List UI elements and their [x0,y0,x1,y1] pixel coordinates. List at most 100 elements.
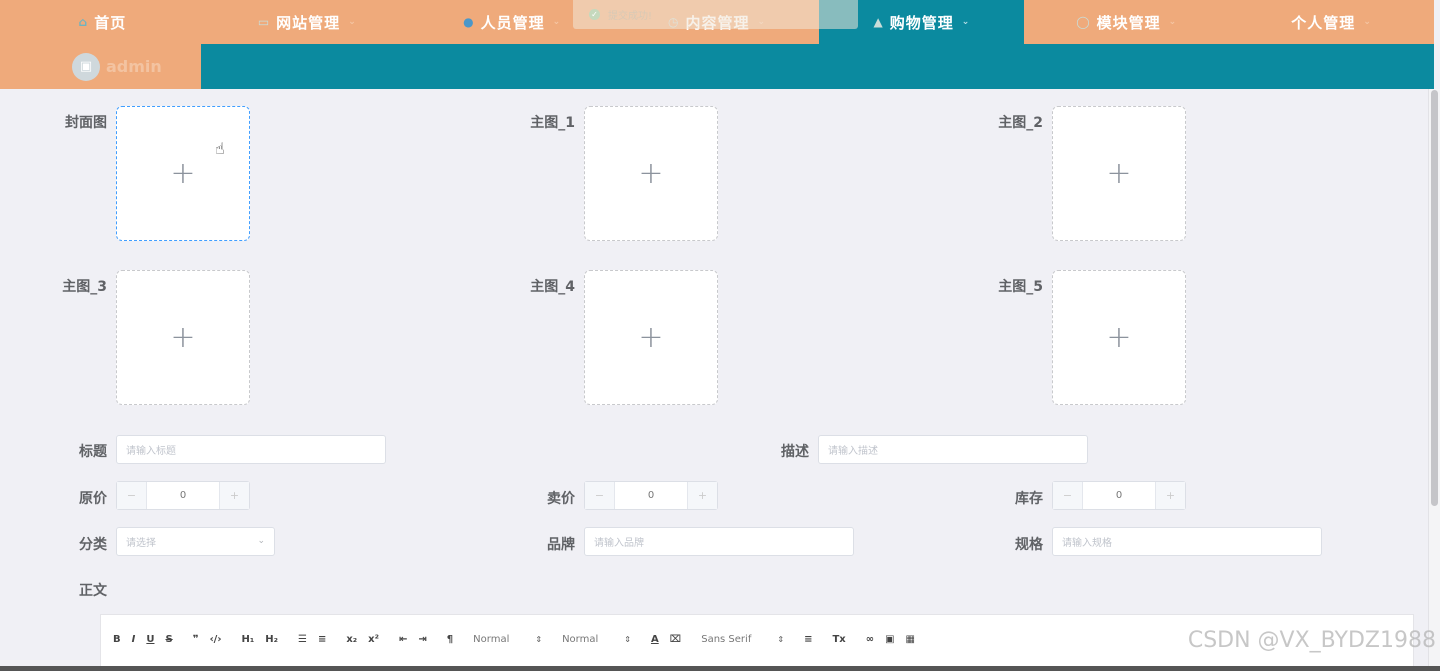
bottom-strip [0,666,1440,671]
font-picker[interactable]: Sans Serif ⇕ [701,634,784,645]
plus-icon: + [1106,156,1132,191]
username[interactable]: admin [106,57,162,76]
category-select[interactable]: 请选择 ⌄ [116,527,275,556]
indent-icon[interactable]: ⇥ [418,634,426,645]
cover-image-label: 封面图 [65,115,107,131]
main-image-4-label: 主图_4 [530,279,575,295]
increase-button[interactable]: + [1155,482,1185,509]
main-image-5-upload[interactable]: + [1052,270,1186,405]
nav-item-home[interactable]: ⌂ 首页 [0,0,205,44]
avatar[interactable]: ▣ [72,52,100,81]
page-scrollbar[interactable] [1428,89,1440,667]
updown-icon: ⇕ [777,634,785,644]
main-image-5-label: 主图_5 [998,279,1043,295]
chevron-down-icon: ⌄ [1363,17,1372,27]
stepper-value[interactable]: 0 [1083,482,1155,509]
stepper-value[interactable]: 0 [615,482,687,509]
nav-item-label: 个人管理 [1291,13,1356,32]
success-toast: ✓ 提交成功! [573,0,858,29]
check-circle-icon: ✓ [589,9,600,20]
main-image-3-upload[interactable]: + [116,270,250,405]
nav-item-label: 首页 [94,13,127,32]
main-image-2-label: 主图_2 [998,115,1043,131]
chevron-down-icon: ⌄ [348,17,357,27]
header-picker[interactable]: Normal ⇕ [562,634,631,645]
video-icon[interactable]: ▦ [906,634,915,645]
size-picker[interactable]: Normal ⇕ [473,634,542,645]
watermark: CSDN @VX_BYDZ1988 [1187,628,1436,653]
title-input[interactable]: 请输入标题 [116,435,386,464]
italic-icon[interactable]: I [132,634,136,645]
increase-button[interactable]: + [687,482,717,509]
underline-icon[interactable]: U [146,634,154,645]
spec-input[interactable]: 请输入规格 [1052,527,1322,556]
text-direction-icon[interactable]: ¶ [447,634,453,645]
plus-icon: + [170,156,196,191]
image-icon[interactable]: ▣ [885,634,894,645]
decrease-button[interactable]: − [585,482,615,509]
lock-icon: ▲ [873,15,884,29]
main-image-1-label: 主图_1 [530,115,575,131]
superscript-icon[interactable]: x² [368,634,379,645]
stepper-value[interactable]: 0 [147,482,219,509]
header-picker-label: Normal [562,633,599,645]
cover-image-upload[interactable]: + [116,106,250,241]
stock-stepper[interactable]: − 0 + [1052,481,1186,510]
plus-icon: + [638,156,664,191]
brand-input[interactable]: 请输入品牌 [584,527,854,556]
decrease-button[interactable]: − [1053,482,1083,509]
nav-item-label: 模块管理 [1096,13,1161,32]
original-price-label: 原价 [79,491,107,507]
increase-button[interactable]: + [219,482,249,509]
code-block-icon[interactable]: ‹/› [210,634,222,645]
sale-price-label: 卖价 [547,491,575,507]
plus-icon: + [170,320,196,355]
nav-item-label: 网站管理 [276,13,341,32]
stock-label: 库存 [1015,491,1043,507]
chevron-down-icon: ⌄ [552,17,562,27]
nav-item-website[interactable]: ▭ 网站管理 ⌄ [205,0,410,44]
blockquote-icon[interactable]: ❞ [193,634,199,645]
original-price-stepper[interactable]: − 0 + [116,481,250,510]
nav-item-label: 购物管理 [889,13,954,32]
toast-message: 提交成功! [608,11,653,22]
decrease-button[interactable]: − [117,482,147,509]
plus-icon: + [638,320,664,355]
main-image-4-upload[interactable]: + [584,270,718,405]
clear-format-icon[interactable]: Tx [832,634,845,645]
bullet-list-icon[interactable]: ≡ [318,634,326,645]
header-1-icon[interactable]: H₁ [241,634,254,645]
body-label: 正文 [79,583,107,599]
font-color-icon[interactable]: A [651,634,659,645]
strike-icon[interactable]: S [165,634,172,645]
user-icon: ● [463,15,475,29]
scrollbar-thumb[interactable] [1431,90,1438,506]
updown-icon: ⇕ [624,634,631,644]
header-2-icon[interactable]: H₂ [265,634,278,645]
user-bar: ▣ admin [0,44,201,89]
outdent-icon[interactable]: ⇤ [399,634,407,645]
brand-label: 品牌 [547,537,575,553]
nav-item-modules[interactable]: ◯ 模块管理 ⌄ [1024,0,1229,44]
link-icon[interactable]: ∞ [866,634,874,645]
main-image-2-upload[interactable]: + [1052,106,1186,241]
title-label: 标题 [79,444,107,460]
description-input[interactable]: 请输入描述 [818,435,1088,464]
monitor-icon: ▭ [257,15,271,29]
sale-price-stepper[interactable]: − 0 + [584,481,718,510]
background-color-icon[interactable]: ⌧ [670,634,682,645]
main-image-3-label: 主图_3 [62,279,107,295]
subscript-icon[interactable]: x₂ [346,634,357,645]
nav-item-personal[interactable]: 个人管理 ⌄ [1229,0,1434,44]
main-image-1-upload[interactable]: + [584,106,718,241]
chevron-down-icon: ⌄ [1168,17,1178,27]
font-picker-label: Sans Serif [701,633,752,645]
plus-icon: + [1106,320,1132,355]
chat-icon: ◯ [1076,15,1091,29]
description-label: 描述 [781,444,809,460]
category-label: 分类 [79,537,107,553]
align-icon[interactable]: ≡ [804,634,812,645]
bold-icon[interactable]: B [113,634,121,645]
nav-item-label: 人员管理 [480,13,545,32]
ordered-list-icon[interactable]: ☰ [298,634,307,645]
